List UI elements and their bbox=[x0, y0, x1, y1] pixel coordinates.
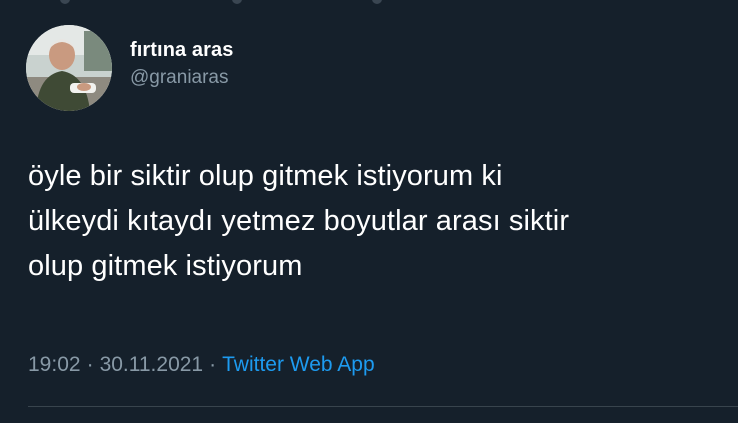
avatar[interactable] bbox=[26, 25, 112, 111]
meta-separator: · bbox=[209, 353, 217, 376]
tweet-time[interactable]: 19:02 bbox=[28, 353, 81, 376]
tweet-text-line: öyle bir siktir olup gitmek istiyorum ki bbox=[28, 160, 503, 192]
author-info: fırtına aras @graniaras bbox=[130, 38, 233, 92]
tweet-date[interactable]: 30.11.2021 bbox=[100, 353, 204, 376]
tweet-card: fırtına aras @graniaras öyle bir siktir … bbox=[0, 0, 738, 423]
author-handle[interactable]: @graniaras bbox=[130, 64, 233, 92]
divider bbox=[28, 406, 738, 407]
profile-photo-icon bbox=[26, 25, 112, 111]
tweet-text-line: ülkeydi kıtaydı yetmez boyutlar arası si… bbox=[28, 205, 570, 237]
tweet-header: fırtına aras @graniaras bbox=[26, 24, 233, 112]
tweet-source-link[interactable]: Twitter Web App bbox=[222, 353, 375, 376]
author-display-name[interactable]: fırtına aras bbox=[130, 38, 233, 62]
tweet-text-line: olup gitmek istiyorum bbox=[28, 250, 303, 282]
tweet-metadata: 19:02 · 30.11.2021 · Twitter Web App bbox=[28, 350, 375, 380]
tweet-text: öyle bir siktir olup gitmek istiyorum ki… bbox=[28, 154, 728, 289]
meta-separator: · bbox=[86, 353, 94, 376]
